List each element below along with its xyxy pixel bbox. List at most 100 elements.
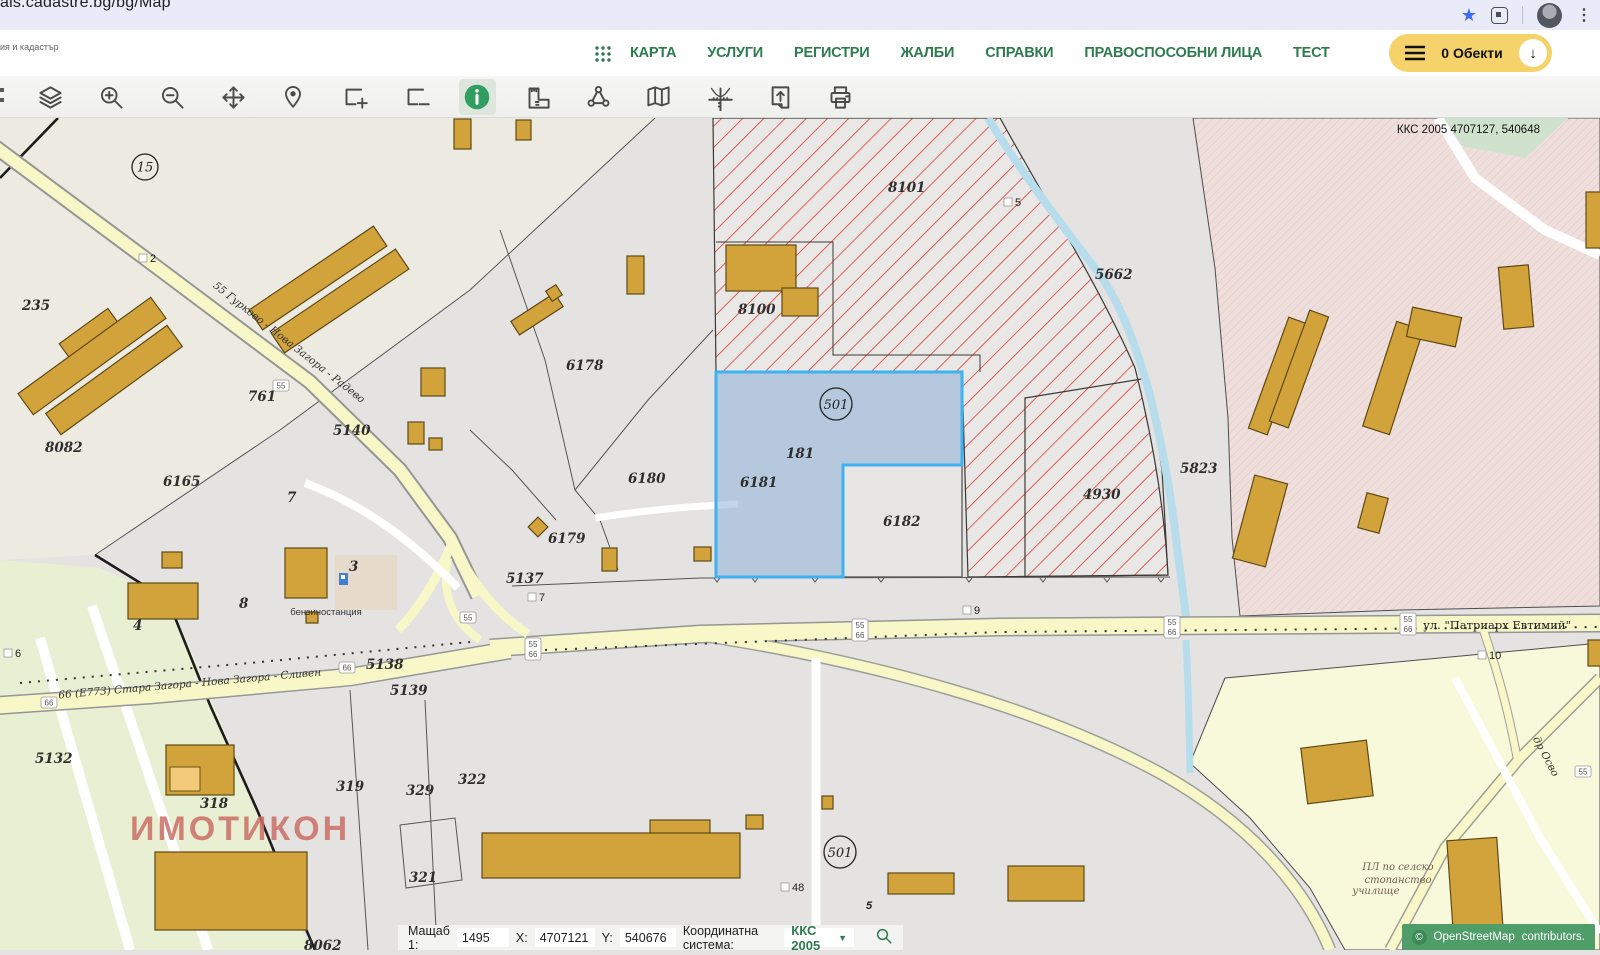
browser-bar: ais.cadastre.bg/bg/Map ★ ⋮ xyxy=(0,0,1600,30)
coordinates-search-icon[interactable] xyxy=(875,927,893,948)
divider xyxy=(1522,6,1523,24)
map-statusbar: Мащаб 1: X: Y: Координатна система: ККС … xyxy=(398,925,903,950)
svg-text:55: 55 xyxy=(464,614,473,623)
svg-text:4: 4 xyxy=(133,618,142,634)
svg-text:321: 321 xyxy=(409,870,437,886)
print-icon[interactable] xyxy=(823,80,857,114)
export-icon[interactable] xyxy=(763,80,797,114)
svg-text:55: 55 xyxy=(1579,768,1588,777)
site-header: ия и кадастър КАРТА УСЛУГИ РЕГИСТРИ ЖАЛБ… xyxy=(0,30,1600,76)
nav-zhalbi[interactable]: ЖАЛБИ xyxy=(900,45,954,61)
svg-text:5137: 5137 xyxy=(506,571,544,587)
zoom-in-icon[interactable] xyxy=(94,80,128,114)
locate-pin-icon[interactable] xyxy=(276,80,310,114)
svg-text:66: 66 xyxy=(343,664,352,673)
svg-text:3: 3 xyxy=(349,559,358,575)
x-label: X: xyxy=(516,931,528,945)
school-label-3: училище xyxy=(1351,886,1399,897)
svg-text:66: 66 xyxy=(529,650,538,659)
zoom-rect-in-icon[interactable] xyxy=(338,80,372,114)
svg-text:7: 7 xyxy=(539,592,545,604)
svg-text:8101: 8101 xyxy=(888,180,926,196)
pan-icon[interactable] xyxy=(216,80,250,114)
svg-text:6: 6 xyxy=(15,648,21,660)
map-sheets-icon[interactable] xyxy=(641,80,675,114)
svg-text:10: 10 xyxy=(1489,650,1501,662)
svg-text:319: 319 xyxy=(336,779,365,795)
profile-avatar[interactable] xyxy=(1537,3,1562,28)
svg-text:6165: 6165 xyxy=(163,474,201,490)
address-bar-url[interactable]: ais.cadastre.bg/bg/Map xyxy=(0,0,171,12)
main-nav: КАРТА УСЛУГИ РЕГИСТРИ ЖАЛБИ СПРАВКИ ПРАВ… xyxy=(630,30,1330,76)
nav-test[interactable]: ТЕСТ xyxy=(1293,45,1330,61)
cadastre-map-svg: 15 501 501 235 8082 761 5140 6165 7 6178… xyxy=(0,118,1600,950)
contributors-text: contributors. xyxy=(1522,931,1585,943)
map-canvas[interactable]: 15 501 501 235 8082 761 5140 6165 7 6178… xyxy=(0,118,1600,950)
svg-text:55: 55 xyxy=(1168,618,1177,627)
extension-icon[interactable] xyxy=(1491,7,1508,24)
svg-text:9: 9 xyxy=(974,605,980,617)
svg-text:8100: 8100 xyxy=(738,302,776,318)
school-label-1: ПЛ по селско xyxy=(1361,862,1433,873)
zone-label: 501 xyxy=(824,398,849,413)
crs-label: Координатна система: xyxy=(683,924,777,952)
coordinates-axes-icon[interactable] xyxy=(703,80,737,114)
topology-icon[interactable] xyxy=(581,80,615,114)
nav-pravosposobni-litsa[interactable]: ПРАВОСПОСОБНИ ЛИЦА xyxy=(1084,45,1262,61)
svg-text:235: 235 xyxy=(21,298,50,314)
svg-text:6179: 6179 xyxy=(548,531,586,547)
nav-uslugi[interactable]: УСЛУГИ xyxy=(707,45,763,61)
scale-label: Мащаб 1: xyxy=(408,924,450,952)
svg-text:55: 55 xyxy=(529,640,538,649)
nav-registri[interactable]: РЕГИСТРИ xyxy=(794,45,869,61)
svg-text:5139: 5139 xyxy=(390,683,428,699)
svg-text:8: 8 xyxy=(239,596,249,612)
zoom-rect-out-icon[interactable] xyxy=(400,80,434,114)
svg-text:66: 66 xyxy=(1168,628,1177,637)
svg-text:5: 5 xyxy=(866,900,873,912)
svg-text:7: 7 xyxy=(287,490,297,506)
osm-attribution: © OpenStreetMap contributors. xyxy=(1402,924,1595,950)
layers-icon[interactable] xyxy=(33,80,67,114)
svg-text:181: 181 xyxy=(786,446,814,462)
svg-text:48: 48 xyxy=(792,882,804,894)
zone-label: 15 xyxy=(137,161,154,176)
measure-ruler-icon[interactable] xyxy=(521,80,555,114)
svg-text:761: 761 xyxy=(248,389,276,405)
nav-spravki[interactable]: СПРАВКИ xyxy=(985,45,1053,61)
crs-value: ККС 2005 xyxy=(791,923,828,953)
school-label-2: стопанство xyxy=(1364,875,1431,886)
svg-text:5: 5 xyxy=(1015,197,1021,209)
bookmark-star-icon[interactable]: ★ xyxy=(1461,2,1477,28)
objects-button[interactable]: 0 Обекти ↓ xyxy=(1389,34,1552,72)
svg-text:66: 66 xyxy=(856,631,865,640)
nav-karta[interactable]: КАРТА xyxy=(630,45,676,61)
svg-text:55: 55 xyxy=(1404,615,1413,624)
svg-text:329: 329 xyxy=(406,783,435,799)
svg-text:66: 66 xyxy=(45,699,54,708)
x-coordinate-input[interactable] xyxy=(535,928,595,947)
apps-grid-icon[interactable] xyxy=(594,45,612,68)
svg-text:5662: 5662 xyxy=(1095,267,1133,283)
y-coordinate-input[interactable] xyxy=(620,928,676,947)
svg-text:2: 2 xyxy=(150,253,156,265)
map-corner-coordinates: ККС 2005 4707127, 540648 xyxy=(1397,124,1540,136)
browser-menu-icon[interactable]: ⋮ xyxy=(1576,5,1592,25)
svg-text:55: 55 xyxy=(277,382,286,391)
hamburger-icon xyxy=(1405,45,1425,61)
svg-text:5138: 5138 xyxy=(366,657,404,673)
identify-info-icon[interactable] xyxy=(460,80,494,114)
zoom-out-icon[interactable] xyxy=(155,80,189,114)
crs-dropdown[interactable]: ККС 2005 ▼ xyxy=(784,928,854,947)
svg-text:55: 55 xyxy=(856,621,865,630)
clipped-tool-icon[interactable] xyxy=(0,88,5,106)
download-objects-button[interactable]: ↓ xyxy=(1519,39,1547,67)
zone-label: 501 xyxy=(828,846,853,861)
gas-station-label: бензиностанция xyxy=(290,607,361,618)
scale-input[interactable] xyxy=(457,928,509,947)
svg-text:6180: 6180 xyxy=(628,471,666,487)
svg-text:4930: 4930 xyxy=(1083,487,1121,503)
osm-link[interactable]: OpenStreetMap xyxy=(1434,931,1515,943)
chevron-down-icon: ▼ xyxy=(838,933,847,943)
copyright-icon: © xyxy=(1412,930,1427,945)
